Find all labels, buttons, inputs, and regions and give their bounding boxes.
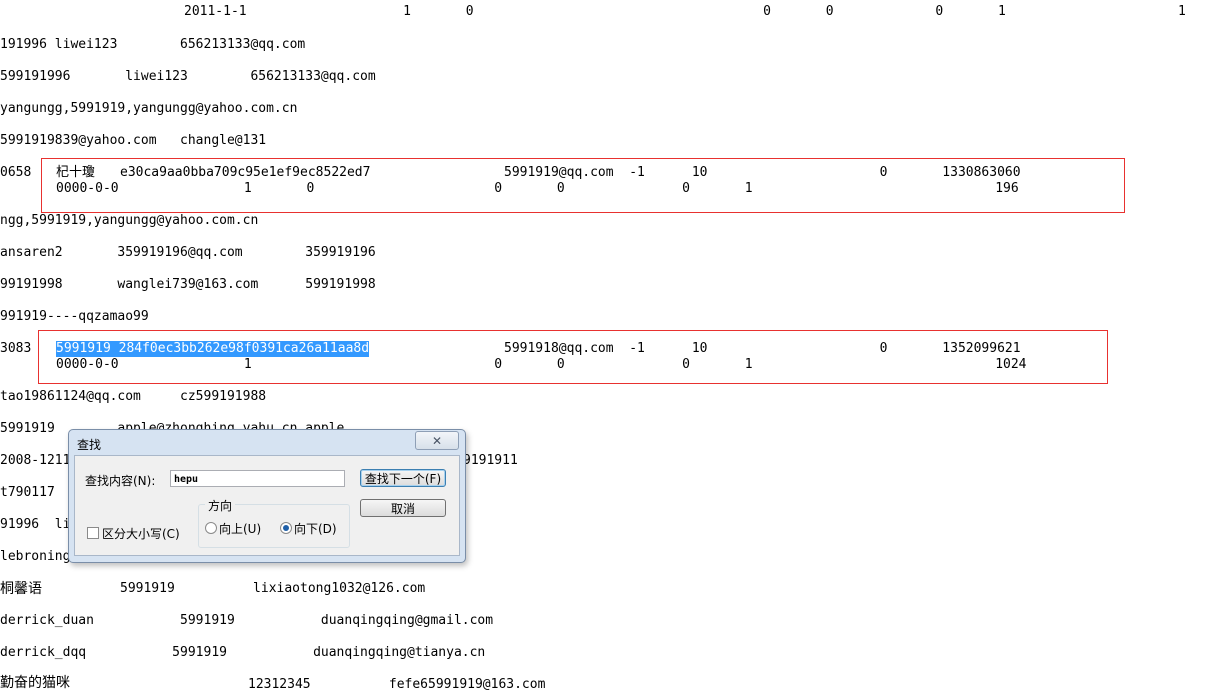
text-line: lebroning xyxy=(0,549,71,564)
close-button[interactable]: ✕ xyxy=(415,431,459,450)
text-line: derrick_dqq 5991919 duanqingqing@tianya.… xyxy=(0,645,486,660)
direction-label: 方向 xyxy=(205,497,236,514)
text-line: 0658 xyxy=(0,165,32,180)
text-line: 991919----qqzamao99 xyxy=(0,309,149,324)
text-line: e30ca9aa0bba709c95e1ef9ec8522ed7 xyxy=(120,165,371,180)
text-line: 5991919@qq.com -1 10 0 1330863060 xyxy=(504,165,1021,180)
find-input[interactable]: hepu xyxy=(170,470,345,487)
find-next-button[interactable]: 查找下一个(F) xyxy=(360,469,446,487)
text-line: 91996 li xyxy=(0,517,71,532)
text-line: ngg,5991919,yangungg@yahoo.com.cn xyxy=(0,213,259,228)
match-case-label[interactable]: 区分大小写(C) xyxy=(102,525,180,542)
find-label: 查找内容(N): xyxy=(85,474,156,488)
cancel-button[interactable]: 取消 xyxy=(360,499,446,517)
text-line: 5991919839@yahoo.com changle@131 xyxy=(0,133,267,148)
text-line: 2008-1211 xyxy=(0,453,71,468)
text-line: 勤奋的猫咪 xyxy=(0,675,70,691)
close-icon: ✕ xyxy=(431,433,443,448)
text-line: tao19861124@qq.com cz599191988 xyxy=(0,389,267,404)
direction-down-radio[interactable] xyxy=(280,522,292,534)
direction-down-label[interactable]: 向下(D) xyxy=(294,520,337,537)
match-case-checkbox[interactable] xyxy=(87,527,99,539)
direction-up-label[interactable]: 向上(U) xyxy=(219,520,261,537)
text-line: 99191998 wanglei739@163.com 599191998 xyxy=(0,277,376,292)
text-line: yangungg,5991919,yangungg@yahoo.com.cn xyxy=(0,101,298,116)
selected-text[interactable]: 5991919 284f0ec3bb262e98f0391ca26a11aa8d xyxy=(56,341,370,357)
text-line: 0000-0-0 1 0 0 0 1 1024 xyxy=(56,357,1027,372)
text-line: 2011-1-1 1 0 0 0 0 1 1 262596 xyxy=(184,4,1229,19)
text-line: 0000-0-0 1 0 0 0 0 1 196 xyxy=(56,181,1019,196)
text-line: 5991918@qq.com -1 10 0 1352099621 xyxy=(504,341,1021,356)
text-line: 12312345 fefe65991919@163.com xyxy=(248,677,546,692)
text-line: 3083 xyxy=(0,341,32,356)
dialog-title: 查找 xyxy=(77,438,102,452)
text-line: ansaren2 359919196@qq.com 359919196 xyxy=(0,245,376,260)
text-line: 杞十瓊 xyxy=(56,165,96,180)
text-line: t790117 xyxy=(0,485,55,500)
text-line: 191996 liwei123 656213133@qq.com xyxy=(0,37,306,52)
text-line: 9191911 xyxy=(463,453,518,468)
dialog-body: 查找内容(N): hepu 查找下一个(F) 取消 方向 向上(U) 向下(D)… xyxy=(74,455,460,556)
text-line: 599191996 liwei123 656213133@qq.com xyxy=(0,69,376,84)
text-line: 桐馨语 xyxy=(0,581,42,597)
find-dialog: 查找 ✕ 查找内容(N): hepu 查找下一个(F) 取消 方向 向上(U) … xyxy=(68,429,466,563)
text-line: 5991919 lixiaotong1032@126.com xyxy=(120,581,426,596)
text-line: derrick_duan 5991919 duanqingqing@gmail.… xyxy=(0,613,494,628)
direction-up-radio[interactable] xyxy=(205,522,217,534)
